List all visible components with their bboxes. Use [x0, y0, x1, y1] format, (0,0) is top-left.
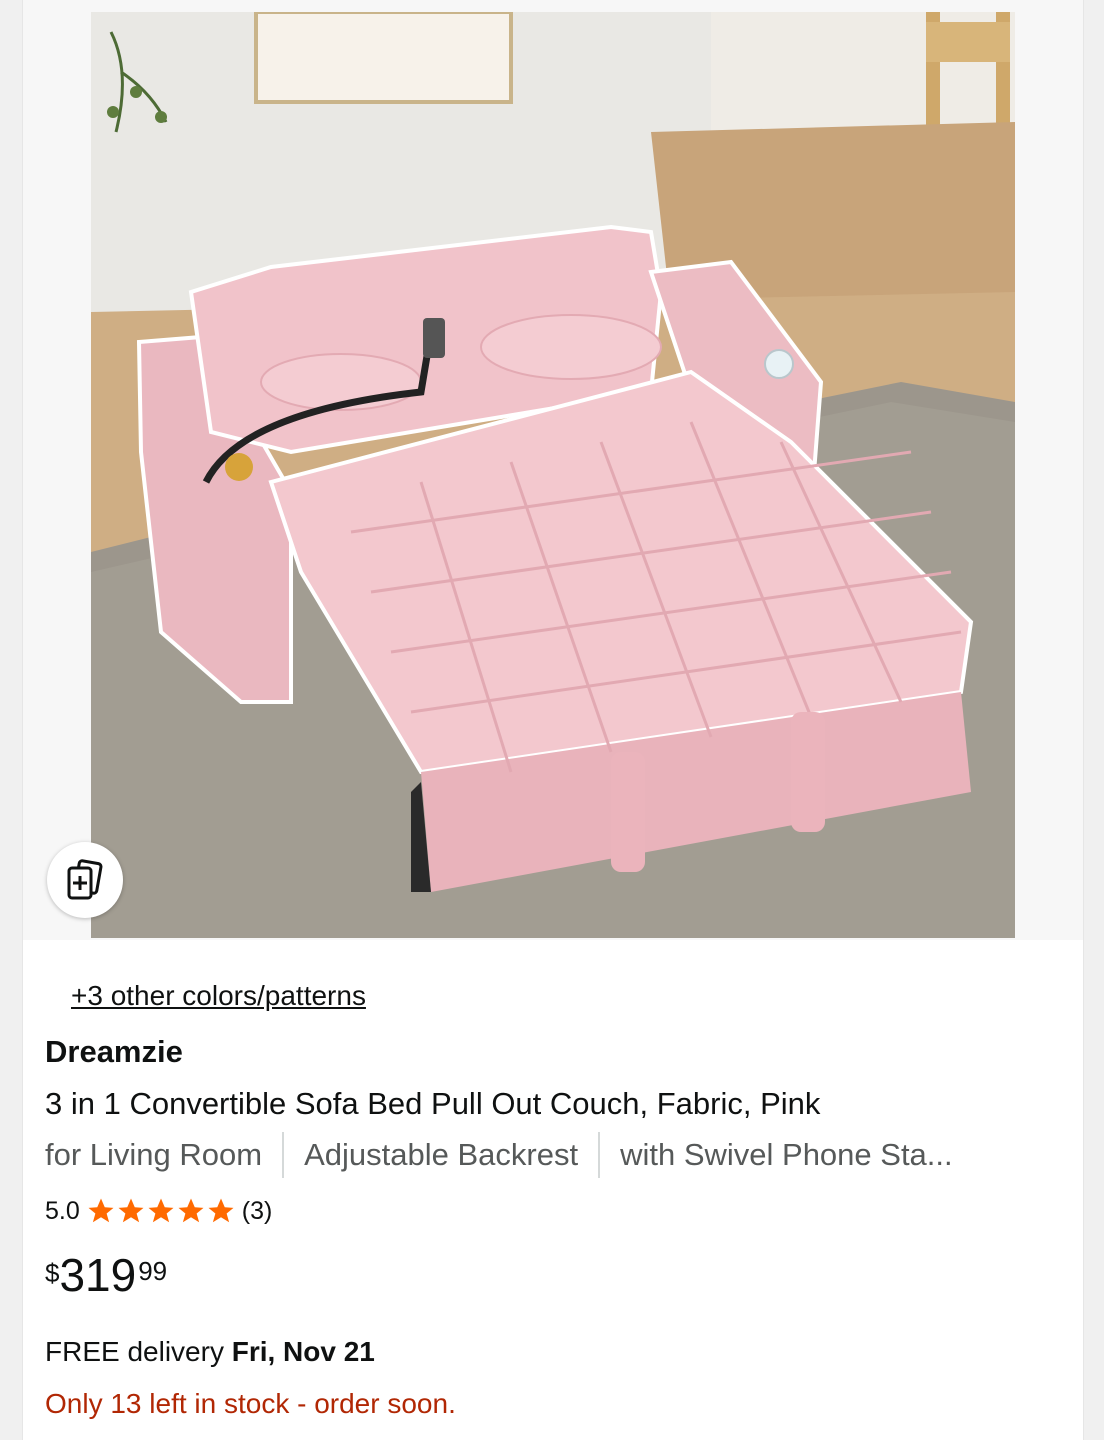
star-icon: [88, 1198, 114, 1223]
brand-name[interactable]: Dreamzie: [45, 1034, 183, 1070]
delivery-info: FREE delivery Fri, Nov 21: [45, 1336, 375, 1368]
price-whole: 319: [59, 1249, 137, 1301]
other-colors-link[interactable]: +3 other colors/patterns: [71, 980, 366, 1012]
product-image[interactable]: [91, 12, 1015, 938]
review-count[interactable]: (3): [242, 1197, 273, 1226]
feature-item: with Swivel Phone Sta...: [598, 1132, 973, 1178]
rating-value: 5.0: [45, 1196, 80, 1225]
price: $ 319 99: [45, 1250, 167, 1300]
product-card[interactable]: +3 other colors/patterns Dreamzie 3 in 1…: [22, 0, 1084, 1440]
stock-warning: Only 13 left in stock - order soon.: [45, 1388, 456, 1419]
feature-item: Adjustable Backrest: [282, 1132, 598, 1178]
star-rating[interactable]: [86, 1196, 236, 1226]
price-currency: $: [45, 1258, 60, 1288]
price-fraction: 99: [138, 1256, 168, 1286]
delivery-date: Fri, Nov 21: [231, 1336, 375, 1367]
compare-button[interactable]: [47, 842, 123, 918]
star-icon: [208, 1198, 234, 1223]
star-icon: [178, 1198, 204, 1223]
feature-item: for Living Room: [45, 1137, 263, 1172]
star-icon: [118, 1198, 144, 1223]
delivery-prefix: FREE delivery: [45, 1336, 232, 1367]
star-icon: [148, 1198, 174, 1223]
compare-add-icon: [67, 859, 103, 900]
product-title[interactable]: 3 in 1 Convertible Sofa Bed Pull Out Cou…: [45, 1086, 820, 1122]
rating-row[interactable]: 5.0 (3): [45, 1194, 272, 1228]
feature-list: for Living Room Adjustable Backrest with…: [45, 1132, 1065, 1178]
product-image-area[interactable]: [23, 0, 1083, 940]
